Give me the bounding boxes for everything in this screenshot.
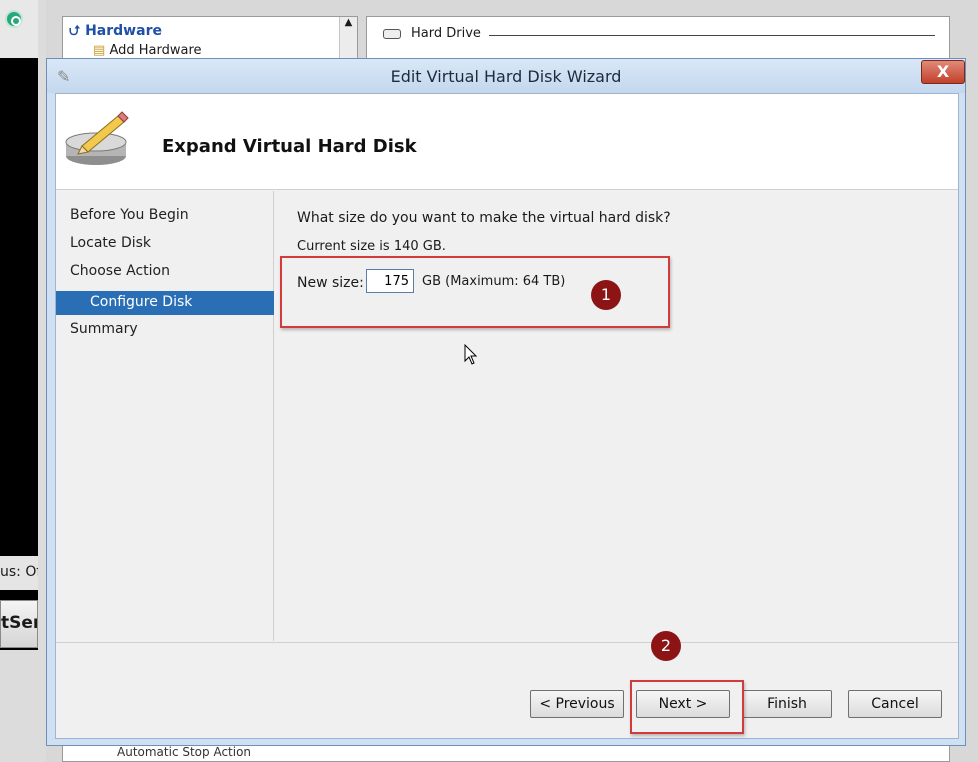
hard-drive-icon (383, 29, 401, 39)
step-locate-disk[interactable]: Locate Disk (70, 235, 151, 251)
automatic-stop-action-item[interactable]: Automatic Stop Action (62, 744, 950, 762)
background-left-bottom (0, 650, 38, 762)
dialog-title: Edit Virtual Hard Disk Wizard (390, 67, 622, 86)
add-hardware-icon: ▤ (93, 43, 106, 58)
wizard-header: Expand Virtual Hard Disk (56, 94, 958, 190)
cancel-button[interactable]: Cancel (848, 690, 942, 718)
current-size-text: Current size is 140 GB. (297, 239, 446, 254)
highlight-box-next (630, 680, 744, 734)
section-divider (489, 35, 935, 36)
expand-disk-icon (65, 111, 129, 165)
wizard-page-title: Expand Virtual Hard Disk (162, 136, 417, 157)
add-hardware-label: Add Hardware (109, 43, 202, 58)
step-badge-2: 2 (651, 631, 681, 661)
finish-button[interactable]: Finish (742, 690, 832, 718)
mouse-cursor-icon (464, 344, 478, 365)
wizard-dialog: ✎ Edit Virtual Hard Disk Wizard X Expand… (46, 58, 966, 746)
dialog-client-area: Expand Virtual Hard Disk Before You Begi… (55, 93, 959, 739)
dialog-titlebar[interactable]: ✎ Edit Virtual Hard Disk Wizard X (47, 59, 965, 93)
hard-drive-label: Hard Drive (411, 26, 481, 41)
step-configure-disk[interactable]: Configure Disk (56, 291, 274, 315)
close-button[interactable]: X (921, 60, 965, 84)
step-choose-action[interactable]: Choose Action (70, 263, 170, 279)
background-status-text: us: Off (0, 556, 38, 590)
hardware-tree-header-label: Hardware (85, 23, 162, 39)
add-hardware-item[interactable]: ▤ Add Hardware (93, 43, 202, 58)
step-badge-1: 1 (591, 280, 621, 310)
size-question: What size do you want to make the virtua… (297, 210, 671, 226)
power-icon[interactable] (5, 10, 23, 28)
wizard-steps-nav: Before You Begin Locate Disk Choose Acti… (56, 191, 274, 641)
background-button[interactable]: tSer (0, 600, 38, 648)
previous-button[interactable]: < Previous (530, 690, 624, 718)
step-before-you-begin[interactable]: Before You Begin (70, 207, 189, 223)
step-summary[interactable]: Summary (70, 321, 138, 337)
hardware-tree-header[interactable]: ⮍ Hardware (69, 20, 162, 44)
hardware-tree: ⮍ Hardware ▤ Add Hardware ▲ (62, 16, 358, 65)
hard-drive-section: Hard Drive (366, 16, 950, 64)
collapse-chevron-icon: ⮍ (69, 23, 81, 39)
scroll-up-icon[interactable]: ▲ (345, 17, 353, 28)
background-left-toolbar (0, 0, 38, 58)
